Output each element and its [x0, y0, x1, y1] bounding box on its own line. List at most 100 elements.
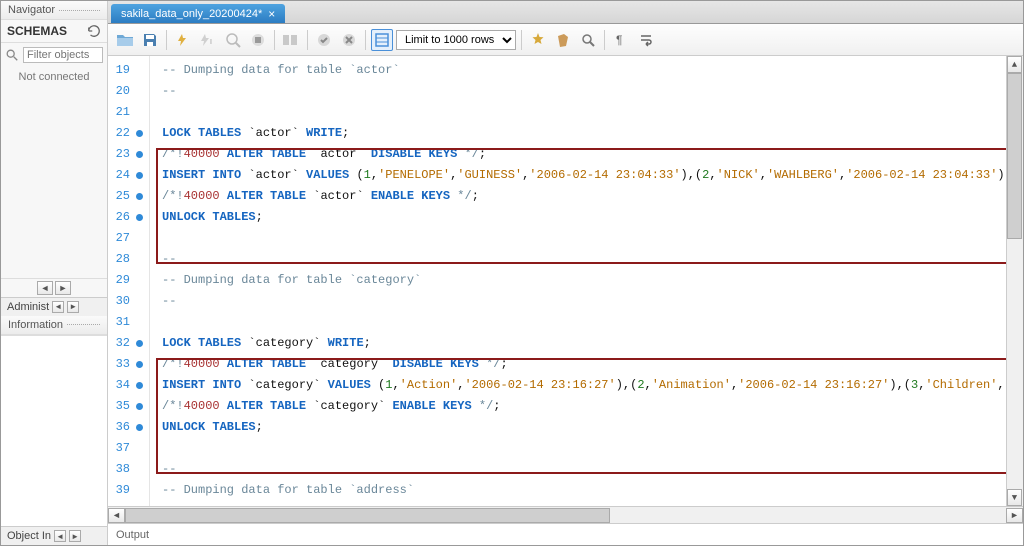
gutter-row[interactable]: 38	[108, 459, 149, 480]
toggle-limit-button[interactable]	[371, 29, 393, 51]
find-button[interactable]	[552, 29, 574, 51]
h-scroll-track[interactable]	[125, 508, 1006, 523]
gutter-row[interactable]: 33	[108, 354, 149, 375]
code-line[interactable]: LOCK TABLES `category` WRITE;	[162, 333, 1006, 354]
scroll-left-button[interactable]: ◄	[108, 508, 125, 523]
breakpoint-marker-icon[interactable]	[136, 382, 143, 389]
right-arrow-icon[interactable]: ►	[69, 530, 81, 542]
gutter-row[interactable]: 24	[108, 165, 149, 186]
object-info-tab[interactable]: Object In ◄ ►	[1, 526, 107, 545]
code-line[interactable]: --	[162, 291, 1006, 312]
breakpoint-marker-icon[interactable]	[136, 214, 143, 221]
rollback-button[interactable]	[338, 29, 360, 51]
beautify-button[interactable]	[527, 29, 549, 51]
code-line[interactable]: -- Dumping data for table `category`	[162, 270, 1006, 291]
information-header: Information	[1, 316, 107, 335]
breakpoint-marker-icon[interactable]	[136, 361, 143, 368]
breakpoint-marker-icon[interactable]	[136, 193, 143, 200]
code-line[interactable]: /*!40000 ALTER TABLE `category` ENABLE K…	[162, 396, 1006, 417]
gutter-row[interactable]: 32	[108, 333, 149, 354]
gutter-row[interactable]: 25	[108, 186, 149, 207]
breakpoint-marker-icon[interactable]	[136, 340, 143, 347]
v-scroll-thumb[interactable]	[1007, 73, 1022, 239]
code-line[interactable]: INSERT INTO `category` VALUES (1,'Action…	[162, 375, 1006, 396]
gutter-row[interactable]: 22	[108, 123, 149, 144]
code-line[interactable]	[162, 102, 1006, 123]
code-line[interactable]: --	[162, 81, 1006, 102]
code-line[interactable]: -- Dumping data for table `actor`	[162, 60, 1006, 81]
code-line[interactable]: --	[162, 249, 1006, 270]
scroll-right-button[interactable]: ►	[1006, 508, 1023, 523]
gutter-row[interactable]: 31	[108, 312, 149, 333]
execute-current-button[interactable]: I	[197, 29, 219, 51]
row-limit-select[interactable]: Limit to 1000 rows	[396, 30, 516, 50]
vertical-scrollbar[interactable]: ▲ ▼	[1006, 56, 1023, 506]
gutter-row[interactable]: 21	[108, 102, 149, 123]
scroll-up-button[interactable]: ▲	[1007, 56, 1022, 73]
execute-button[interactable]	[172, 29, 194, 51]
code-line[interactable]: /*!40000 ALTER TABLE `actor` DISABLE KEY…	[162, 144, 1006, 165]
gutter-row[interactable]: 35	[108, 396, 149, 417]
explain-button[interactable]	[222, 29, 244, 51]
gutter-row[interactable]: 28	[108, 249, 149, 270]
gutter-row[interactable]: 30	[108, 291, 149, 312]
breakpoint-marker-icon[interactable]	[136, 130, 143, 137]
gutter-row[interactable]: 37	[108, 438, 149, 459]
code-line[interactable]: INSERT INTO `actor` VALUES (1,'PENELOPE'…	[162, 165, 1006, 186]
editor-tab[interactable]: sakila_data_only_20200424* ×	[111, 4, 285, 23]
open-file-button[interactable]	[114, 29, 136, 51]
code-line[interactable]	[162, 438, 1006, 459]
gutter-row[interactable]: 34	[108, 375, 149, 396]
gutter-row[interactable]: 36	[108, 417, 149, 438]
v-scroll-track[interactable]	[1007, 73, 1023, 489]
code-line[interactable]: -- Dumping data for table `address`	[162, 480, 1006, 501]
breakpoint-marker-icon[interactable]	[136, 151, 143, 158]
scroll-left-button[interactable]: ◄	[37, 281, 53, 295]
code-line[interactable]: --	[162, 459, 1006, 480]
filter-objects-input[interactable]	[23, 47, 103, 63]
breakpoint-marker-icon[interactable]	[136, 403, 143, 410]
search-button[interactable]	[577, 29, 599, 51]
line-number: 23	[108, 144, 130, 165]
line-number: 32	[108, 333, 130, 354]
scroll-right-button[interactable]: ►	[55, 281, 71, 295]
administration-tab[interactable]: Administ ◄ ►	[1, 297, 107, 316]
commit-button[interactable]	[313, 29, 335, 51]
gutter-row[interactable]: 20	[108, 81, 149, 102]
stop-button[interactable]	[247, 29, 269, 51]
code-line[interactable]	[162, 312, 1006, 333]
line-number: 31	[108, 312, 130, 333]
code-editor[interactable]: 1920212223242526272829303132333435363738…	[108, 56, 1023, 506]
close-icon[interactable]: ×	[268, 7, 275, 21]
code-line[interactable]: /*!40000 ALTER TABLE `actor` ENABLE KEYS…	[162, 186, 1006, 207]
code-line[interactable]: /*!40000 ALTER TABLE `category` DISABLE …	[162, 354, 1006, 375]
gutter-row[interactable]: 39	[108, 480, 149, 501]
code-line[interactable]	[162, 228, 1006, 249]
code-line[interactable]: LOCK TABLES `actor` WRITE;	[162, 123, 1006, 144]
toggle-wrap-button[interactable]	[635, 29, 657, 51]
right-arrow-icon[interactable]: ►	[67, 301, 79, 313]
save-file-button[interactable]	[139, 29, 161, 51]
left-arrow-icon[interactable]: ◄	[54, 530, 66, 542]
h-scroll-thumb[interactable]	[125, 508, 610, 523]
gutter-row[interactable]: 29	[108, 270, 149, 291]
gutter-row[interactable]: 23	[108, 144, 149, 165]
left-arrow-icon[interactable]: ◄	[52, 301, 64, 313]
line-number: 34	[108, 375, 130, 396]
line-number: 28	[108, 249, 130, 270]
breakpoint-marker-icon[interactable]	[136, 172, 143, 179]
toggle-autocommit-button[interactable]	[280, 29, 302, 51]
refresh-icon[interactable]	[87, 24, 101, 38]
code-line[interactable]: UNLOCK TABLES;	[162, 417, 1006, 438]
gutter-row[interactable]: 27	[108, 228, 149, 249]
breakpoint-marker-icon[interactable]	[136, 424, 143, 431]
line-number: 35	[108, 396, 130, 417]
scroll-down-button[interactable]: ▼	[1007, 489, 1022, 506]
code-line[interactable]: UNLOCK TABLES;	[162, 207, 1006, 228]
horizontal-scrollbar[interactable]: ◄ ►	[108, 506, 1023, 523]
gutter-row[interactable]: 26	[108, 207, 149, 228]
toggle-invisible-button[interactable]: ¶	[610, 29, 632, 51]
gutter-row[interactable]: 19	[108, 60, 149, 81]
object-info-tab-label: Object In	[7, 530, 51, 542]
code-body[interactable]: -- Dumping data for table `actor`--LOCK …	[150, 56, 1006, 506]
